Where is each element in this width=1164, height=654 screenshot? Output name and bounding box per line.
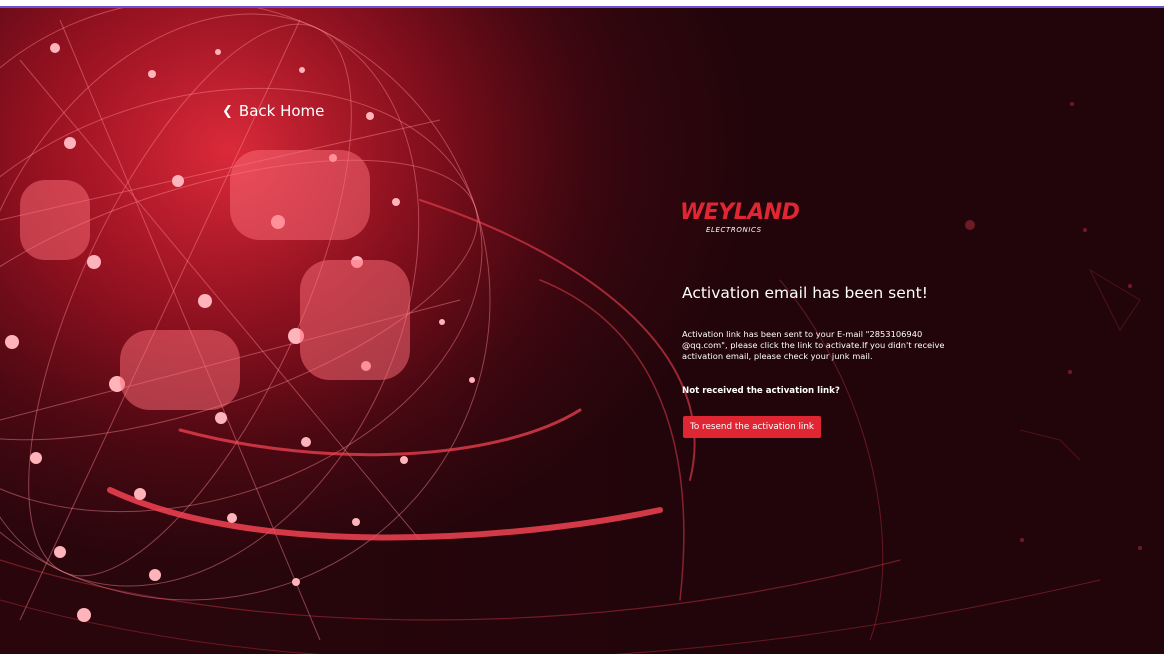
back-home-label: Back Home [238, 102, 325, 120]
top-border [0, 0, 1164, 8]
logo-wordmark: WEYLAND [680, 200, 800, 225]
resend-activation-button[interactable]: To resend the activation link [683, 416, 821, 438]
not-received-label: Not received the activation link? [682, 386, 840, 396]
activation-page: ❮ Back Home WEYLAND ELECTRONICS Activati… [0, 0, 1164, 654]
chevron-left-icon: ❮ [222, 103, 233, 119]
weyland-logo: WEYLAND ELECTRONICS [680, 202, 810, 238]
back-home-link[interactable]: ❮ Back Home [222, 102, 324, 120]
logo-tagline: ELECTRONICS [706, 226, 762, 234]
activation-message: Activation link has been sent to your E-… [682, 329, 945, 361]
globe-background [0, 0, 1142, 654]
page-title: Activation email has been sent! [682, 284, 928, 302]
